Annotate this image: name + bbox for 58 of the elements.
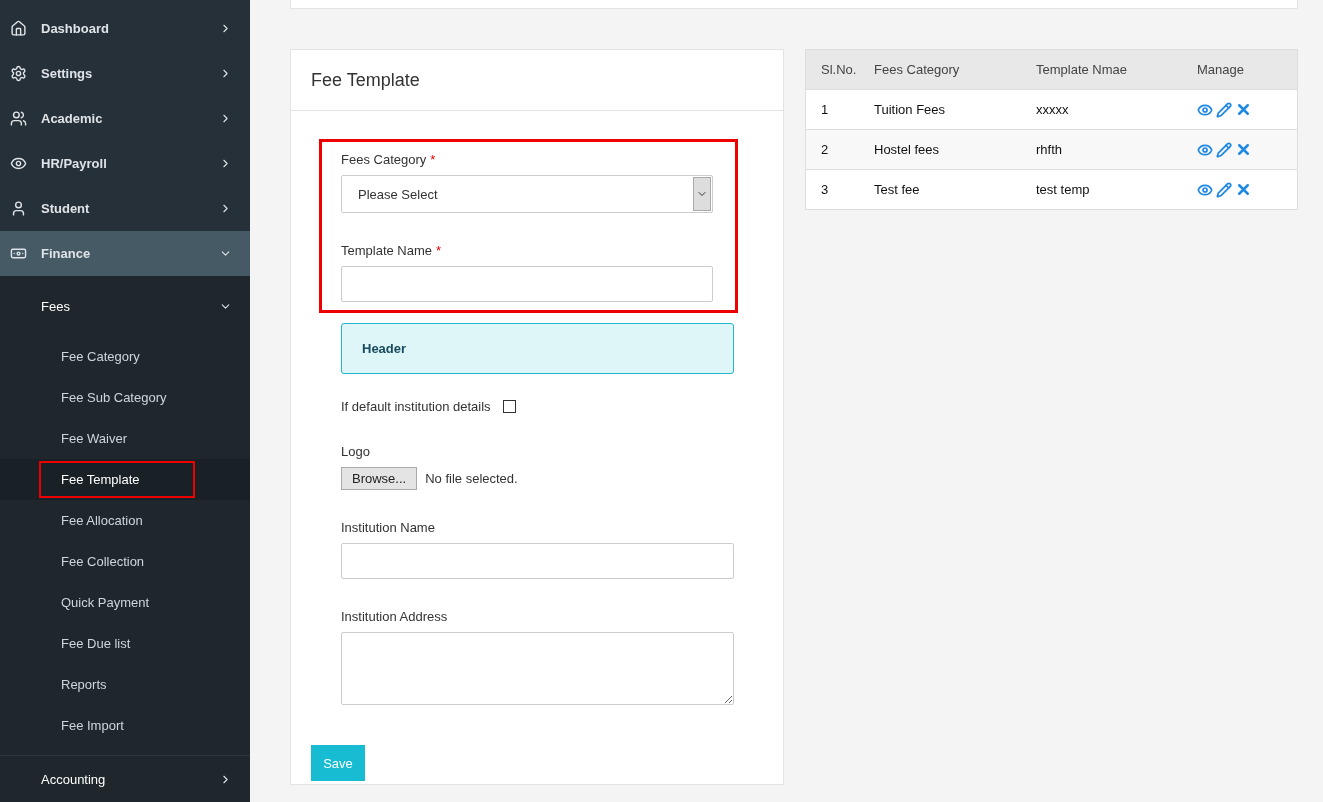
table-cell: Test fee: [859, 169, 1021, 210]
delete-icon[interactable]: [1235, 101, 1252, 118]
group-icon: [10, 110, 27, 127]
edit-pencil-icon[interactable]: [1216, 141, 1232, 158]
sidebar-item[interactable]: Dashboard: [0, 6, 250, 51]
sidebar-link[interactable]: Fee Allocation: [39, 502, 198, 539]
column-header: Fees Category: [859, 49, 1021, 90]
field-label: Institution Name: [341, 520, 436, 535]
column-header: Sl.No.: [805, 49, 859, 90]
browse-button[interactable]: Browse...: [341, 467, 418, 490]
checkbox[interactable]: [502, 400, 516, 413]
sidebar-item[interactable]: Finance: [0, 231, 250, 276]
gear-icon: [10, 65, 27, 82]
checkbox-label: If default institution details: [341, 399, 491, 414]
sidebar-subitem[interactable]: Fees: [0, 286, 250, 326]
caret-icon: [693, 177, 711, 211]
sidebar-item[interactable]: Settings: [0, 51, 250, 96]
eye-icon: [10, 155, 27, 172]
sidebar-link[interactable]: Quick Payment: [39, 584, 205, 621]
sidebar-link[interactable]: Fee Sub Category: [39, 379, 222, 416]
table-cell: 3: [805, 169, 859, 210]
column-header: Manage: [1182, 49, 1298, 90]
sidebar-link[interactable]: Fee Waiver: [39, 420, 182, 457]
sidebar-item[interactable]: HR/Payroll: [0, 141, 250, 186]
sidebar-link[interactable]: Fee Category: [39, 338, 195, 375]
sidebar-link[interactable]: Fee Collection: [39, 543, 200, 580]
table-cell: 1: [805, 89, 859, 130]
input-field[interactable]: [341, 543, 734, 579]
textarea-field[interactable]: [341, 632, 734, 705]
field-label: Logo: [341, 444, 371, 459]
delete-icon[interactable]: [1235, 141, 1252, 158]
table-cell: Hostel fees: [859, 129, 1021, 170]
sidebar-link[interactable]: Reports: [39, 666, 162, 703]
sidebar-link[interactable]: Fee Template: [39, 461, 195, 498]
table-cell: Tuition Fees: [859, 89, 1021, 130]
sidebar-item[interactable]: Academic: [0, 96, 250, 141]
field-label: Institution Address: [341, 609, 449, 624]
table-cell: test temp: [1021, 169, 1182, 210]
sidebar-link[interactable]: Fee Import: [39, 707, 179, 744]
table-cell: 2: [805, 129, 859, 170]
field-label: Template Name *: [341, 243, 443, 258]
file-status: No file selected.: [425, 471, 518, 486]
home-icon: [10, 20, 27, 37]
column-header: Template Nmae: [1021, 49, 1182, 90]
input-field[interactable]: [341, 266, 713, 302]
table-cell: rhfth: [1021, 129, 1182, 170]
fees-category-select[interactable]: Please Select: [341, 175, 713, 213]
table-cell: xxxxx: [1021, 89, 1182, 130]
user-icon: [10, 200, 27, 217]
edit-pencil-icon[interactable]: [1216, 101, 1232, 118]
field-label: Fees Category *: [341, 152, 437, 167]
card-title: Fee Template: [291, 50, 783, 111]
sidebar-link[interactable]: Fee Due list: [39, 625, 186, 662]
edit-pencil-icon[interactable]: [1216, 181, 1232, 198]
header-section: Header: [341, 323, 734, 374]
sidebar-item[interactable]: Student: [0, 186, 250, 231]
sidebar-subitem[interactable]: Accounting: [0, 755, 250, 802]
delete-icon[interactable]: [1235, 181, 1252, 198]
